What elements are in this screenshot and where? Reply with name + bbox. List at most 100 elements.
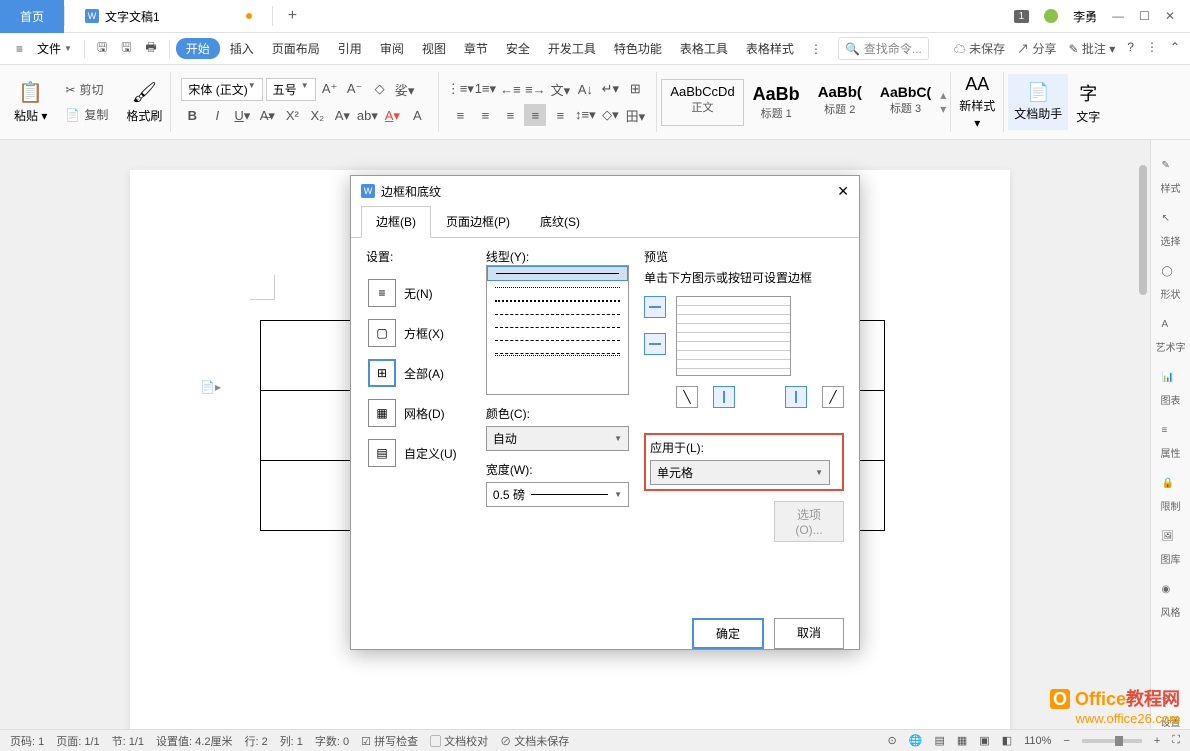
command-search[interactable]: 🔍 查找命令... — [838, 37, 929, 60]
status-set-value[interactable]: 设置值: 4.2厘米 — [156, 733, 232, 749]
maximize-button[interactable]: ☐ — [1139, 9, 1150, 23]
side-shape[interactable]: ◯形状 — [1161, 266, 1181, 301]
cut-button[interactable]: ✂ 剪切 — [61, 79, 112, 100]
strike-icon[interactable]: A̶▾ — [256, 105, 278, 127]
subscript-icon[interactable]: X₂ — [306, 105, 328, 127]
status-spell-check[interactable]: ☑ 拼写检查 — [361, 733, 418, 749]
comment-button[interactable]: ✎ 批注 ▾ — [1068, 40, 1115, 57]
status-page-no[interactable]: 页码: 1 — [10, 733, 44, 749]
color-select[interactable]: 自动▼ — [486, 426, 629, 451]
view-mode-1-icon[interactable]: ⊙ — [888, 734, 897, 747]
new-style-button[interactable]: AA 新样式▾ — [955, 70, 999, 134]
setting-box[interactable]: ▢ 方框(X) — [366, 313, 471, 353]
underline-icon[interactable]: U▾ — [231, 105, 253, 127]
align-justify-icon[interactable]: ≡ — [524, 104, 546, 126]
line-spacing-icon[interactable]: ↕≡▾ — [574, 104, 596, 126]
save-icon[interactable]: 🖫 — [91, 34, 113, 63]
zoom-in-icon[interactable]: + — [1154, 735, 1160, 747]
font-color-icon[interactable]: A▾ — [381, 105, 403, 127]
setting-all[interactable]: ⊞ 全部(A) — [366, 353, 471, 393]
paste-button[interactable]: 📋 粘贴 ▾ — [10, 76, 51, 128]
side-wordart[interactable]: A艺术字 — [1156, 319, 1186, 354]
menu-page-layout[interactable]: 页面布局 — [264, 36, 328, 61]
menu-table-styles[interactable]: 表格样式 — [738, 36, 802, 61]
highlight-icon[interactable]: ab▾ — [356, 105, 378, 127]
dialog-close-button[interactable]: ✕ — [837, 183, 849, 200]
view-mode-4-icon[interactable]: ▦ — [957, 734, 967, 747]
status-word-count[interactable]: 字数: 0 — [315, 733, 349, 749]
unsaved-indicator[interactable]: ☁ 未保存 — [954, 40, 1005, 57]
superscript-icon[interactable]: X² — [281, 105, 303, 127]
clear-format-icon[interactable]: ◇ — [369, 78, 391, 100]
scroll-thumb[interactable] — [1139, 165, 1147, 295]
line-style-solid[interactable] — [487, 266, 628, 281]
line-style-option[interactable] — [487, 321, 628, 334]
align-right-icon[interactable]: ≡ — [499, 104, 521, 126]
menu-review[interactable]: 审阅 — [372, 36, 412, 61]
view-mode-2-icon[interactable]: 🌐 — [909, 734, 923, 747]
table-borders-icon[interactable]: 田▾ — [624, 104, 646, 126]
bullet-list-icon[interactable]: ⋮≡▾ — [449, 78, 471, 100]
font-size-select[interactable]: 五号▼ — [266, 78, 316, 101]
increase-indent-icon[interactable]: ≡→ — [524, 78, 546, 100]
setting-grid[interactable]: ▦ 网格(D) — [366, 393, 471, 433]
fullscreen-icon[interactable]: ⛶ — [1172, 734, 1180, 747]
border-left-button[interactable] — [713, 386, 735, 408]
user-avatar[interactable] — [1044, 9, 1058, 23]
close-button[interactable]: ✕ — [1165, 9, 1175, 23]
status-doc-proof[interactable]: ▢ 文档校对 — [430, 733, 488, 749]
show-marks-icon[interactable]: ↵▾ — [599, 78, 621, 100]
number-list-icon[interactable]: 1≡▾ — [474, 78, 496, 100]
width-select[interactable]: 0.5 磅 ▼ — [486, 482, 629, 507]
menu-reference[interactable]: 引用 — [330, 36, 370, 61]
user-name[interactable]: 李勇 — [1073, 8, 1097, 25]
tab-page-border[interactable]: 页面边框(P) — [431, 206, 525, 237]
sort-icon[interactable]: A↓ — [574, 78, 596, 100]
overflow-icon[interactable]: ⋮ — [804, 38, 828, 60]
format-brush[interactable]: 🖌 格式刷 — [122, 76, 166, 128]
border-right-button[interactable] — [785, 386, 807, 408]
border-diagonal-down-button[interactable]: ╲ — [676, 386, 698, 408]
tab-shading[interactable]: 底纹(S) — [525, 206, 595, 237]
side-select[interactable]: ↖选择 — [1161, 213, 1181, 248]
status-section[interactable]: 节: 1/1 — [112, 733, 144, 749]
text-tool-button[interactable]: 字 文字 — [1072, 76, 1104, 129]
zoom-out-icon[interactable]: − — [1063, 735, 1069, 747]
menu-dev-tools[interactable]: 开发工具 — [540, 36, 604, 61]
style-heading1[interactable]: AaBb 标题 1 — [744, 79, 809, 126]
align-center-icon[interactable]: ≡ — [474, 104, 496, 126]
setting-custom[interactable]: ▤ 自定义(U) — [366, 433, 471, 473]
border-diagonal-up-button[interactable]: ╱ — [822, 386, 844, 408]
save-as-icon[interactable]: 🖫 — [115, 34, 137, 63]
style-normal[interactable]: AaBbCcDd 正文 — [661, 79, 743, 126]
bold-icon[interactable]: B — [181, 105, 203, 127]
text-effect-icon[interactable]: A▾ — [331, 105, 353, 127]
char-shading-icon[interactable]: A — [406, 105, 428, 127]
side-property[interactable]: ≡属性 — [1161, 425, 1181, 460]
view-mode-5-icon[interactable]: ▣ — [979, 734, 989, 747]
side-chart[interactable]: 📊图表 — [1161, 372, 1181, 407]
home-tab[interactable]: 首页 — [0, 0, 64, 33]
side-restrict[interactable]: 🔒限制 — [1161, 478, 1181, 513]
line-style-option[interactable] — [487, 347, 628, 362]
border-top-button[interactable] — [644, 296, 666, 318]
more-icon[interactable]: ⋮ — [1146, 40, 1158, 57]
line-style-list[interactable] — [486, 265, 629, 395]
help-icon[interactable]: ? — [1127, 40, 1134, 57]
share-button[interactable]: ↗ 分享 — [1017, 40, 1056, 57]
menu-table-tools[interactable]: 表格工具 — [672, 36, 736, 61]
zoom-slider[interactable] — [1082, 739, 1142, 743]
style-gallery-icon[interactable]: ▾ — [940, 102, 946, 116]
tab-border[interactable]: 边框(B) — [361, 206, 431, 238]
menu-view[interactable]: 视图 — [414, 36, 454, 61]
decrease-font-icon[interactable]: A⁻ — [344, 78, 366, 100]
font-name-select[interactable]: 宋体 (正文)▼ — [181, 78, 262, 101]
side-gallery[interactable]: 🖼图库 — [1161, 531, 1181, 566]
distribute-icon[interactable]: ≡ — [549, 104, 571, 126]
nav-pane-icon[interactable]: 📄▸ — [200, 380, 221, 394]
text-direction-icon[interactable]: 文▾ — [549, 78, 571, 100]
style-scroll-up-icon[interactable]: ▴ — [940, 88, 946, 102]
ok-button[interactable]: 确定 — [692, 618, 764, 649]
menu-chapter[interactable]: 章节 — [456, 36, 496, 61]
add-tab-button[interactable]: + — [273, 7, 312, 25]
